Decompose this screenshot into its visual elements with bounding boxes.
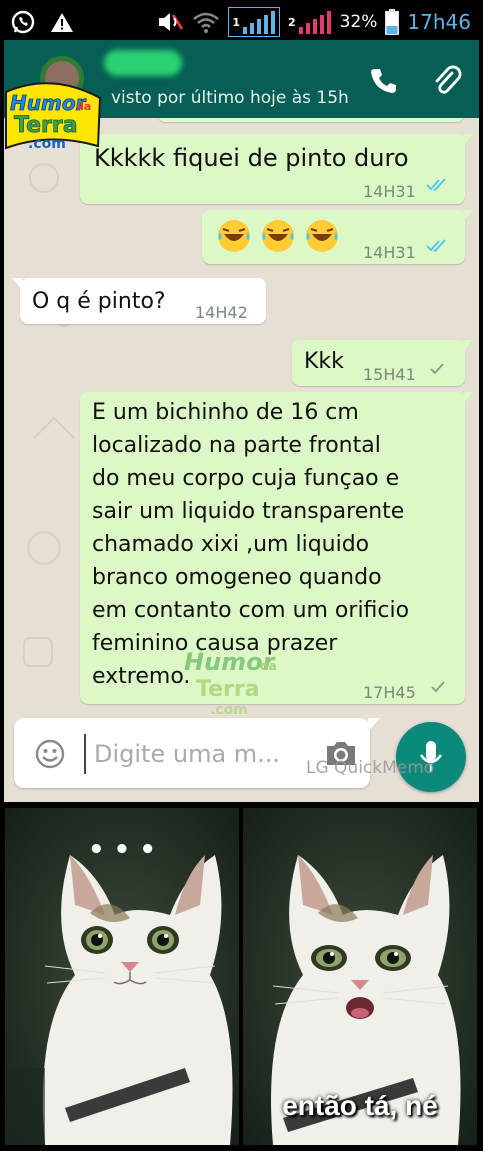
message-input[interactable] — [84, 734, 316, 774]
svg-text:Terra: Terra — [14, 113, 78, 138]
message-text: E um bichinho de 16 cm localizado na par… — [92, 400, 410, 689]
chat-area[interactable]: Kkkkk fiquei de pinto duro 14H31 14H31 O… — [4, 118, 479, 802]
clock: 17h46 — [407, 10, 471, 34]
mic-button[interactable] — [396, 722, 466, 792]
message-bubble-outgoing[interactable]: Kkkkk fiquei de pinto duro 14H31 — [80, 134, 473, 204]
humor-da-terra-logo: Humor da Terra .com — [5, 56, 102, 152]
warning-icon — [50, 11, 74, 33]
phone-icon[interactable] — [366, 64, 400, 98]
last-seen-status: visto por último hoje às 15h — [111, 88, 349, 108]
message-text: Kkk — [304, 349, 344, 374]
message-time: 14H31 — [363, 182, 416, 201]
message-time: 14H31 — [363, 243, 416, 262]
status-bar: 1 2 32% 17h46 — [4, 4, 479, 40]
emoji-icon[interactable] — [34, 738, 66, 770]
mute-icon — [156, 9, 184, 35]
wifi-icon — [192, 10, 220, 34]
signal-icon: 1 — [228, 7, 280, 37]
battery-percent: 32% — [339, 12, 378, 32]
message-time: 14H42 — [195, 303, 248, 322]
message-composer[interactable] — [14, 718, 380, 788]
signal-icon: 2 — [288, 9, 332, 35]
svg-text:da: da — [76, 100, 91, 113]
contact-name-redacted[interactable] — [104, 50, 182, 76]
read-receipt-icon — [426, 178, 446, 192]
read-receipt-icon — [426, 239, 446, 253]
svg-text:.com: .com — [28, 136, 66, 152]
cat-meme-panel-right: então tá, né — [243, 808, 477, 1145]
message-bubble-partial — [158, 118, 464, 122]
meme-caption: então tá, né — [282, 1090, 438, 1121]
sent-check-icon — [431, 681, 445, 693]
battery-icon — [385, 9, 400, 35]
screenshot-frame: 1 2 32% 17h46 visto por último hoje às 1… — [0, 0, 483, 1151]
message-text: Kkkkk fiquei de pinto duro — [94, 144, 409, 172]
camera-icon[interactable] — [324, 738, 358, 768]
cat-meme-panel-left: • • • — [5, 808, 239, 1145]
message-bubble-outgoing[interactable]: 14H31 — [202, 210, 473, 264]
attach-icon[interactable] — [430, 64, 464, 98]
mic-icon — [419, 741, 443, 772]
whatsapp-icon — [10, 9, 36, 35]
message-time: 17H45 — [363, 683, 416, 702]
cat-image: • • • — [5, 808, 239, 1145]
message-bubble-outgoing[interactable]: E um bichinho de 16 cm localizado na par… — [80, 392, 473, 704]
message-bubble-incoming[interactable]: O q é pinto? 14H42 — [12, 278, 266, 324]
ellipsis-dots: • • • — [88, 835, 156, 865]
message-text: O q é pinto? — [32, 289, 166, 314]
laughing-crying-emoji-icon — [218, 220, 338, 252]
sent-check-icon — [430, 363, 444, 375]
message-bubble-outgoing[interactable]: Kkk 15H41 — [292, 340, 473, 386]
message-time: 15H41 — [363, 365, 416, 384]
message-emoji — [216, 218, 340, 263]
